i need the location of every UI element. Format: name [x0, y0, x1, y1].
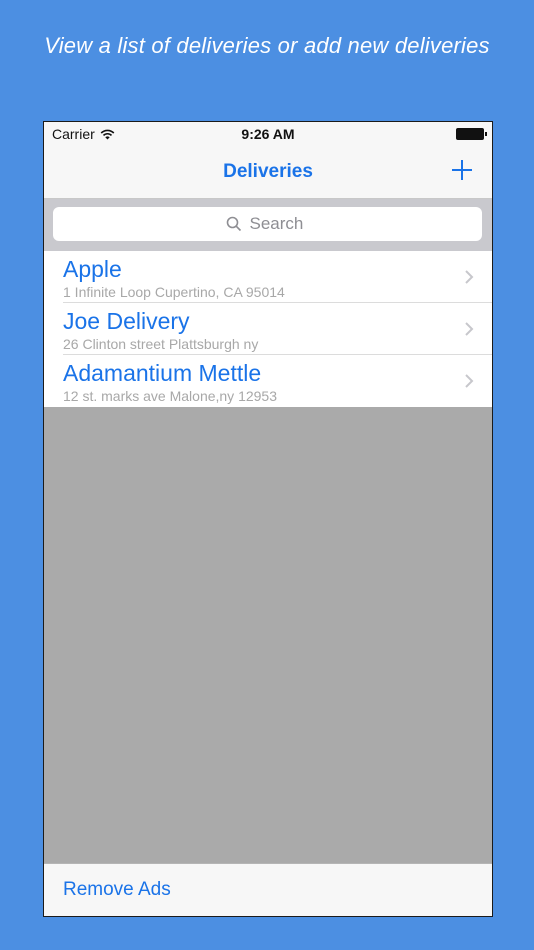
status-bar: Carrier 9:26 AM — [44, 122, 492, 144]
search-input[interactable] — [249, 214, 310, 234]
phone-screen: Carrier 9:26 AM Deliveries Apple 1 In — [43, 121, 493, 917]
delivery-address: 1 Infinite Loop Cupertino, CA 95014 — [63, 284, 285, 300]
remove-ads-button[interactable]: Remove Ads — [63, 879, 171, 901]
add-delivery-button[interactable] — [450, 158, 474, 182]
delivery-name: Joe Delivery — [63, 308, 190, 334]
chevron-right-icon — [465, 270, 474, 284]
search-icon — [226, 216, 241, 232]
search-field[interactable] — [53, 207, 482, 241]
delivery-address: 26 Clinton street Plattsburgh ny — [63, 336, 259, 352]
list-item[interactable]: Adamantium Mettle 12 st. marks ave Malon… — [44, 355, 492, 407]
page-title: Deliveries — [223, 161, 313, 182]
delivery-name: Adamantium Mettle — [63, 360, 262, 386]
chevron-right-icon — [465, 322, 474, 336]
deliveries-list: Apple 1 Infinite Loop Cupertino, CA 9501… — [44, 251, 492, 407]
chevron-right-icon — [465, 374, 474, 388]
search-bar — [44, 199, 492, 251]
delivery-address: 12 st. marks ave Malone,ny 12953 — [63, 388, 278, 404]
status-time: 9:26 AM — [241, 126, 295, 142]
battery-icon — [456, 128, 487, 140]
delivery-name: Apple — [63, 256, 122, 282]
list-item[interactable]: Apple 1 Infinite Loop Cupertino, CA 9501… — [44, 251, 492, 303]
bottom-toolbar: Remove Ads — [44, 863, 492, 916]
plus-icon — [452, 160, 472, 180]
list-item[interactable]: Joe Delivery 26 Clinton street Plattsbur… — [44, 303, 492, 355]
headline: View a list of deliveries or add new del… — [44, 33, 490, 58]
navigation-bar: Deliveries — [44, 144, 492, 199]
